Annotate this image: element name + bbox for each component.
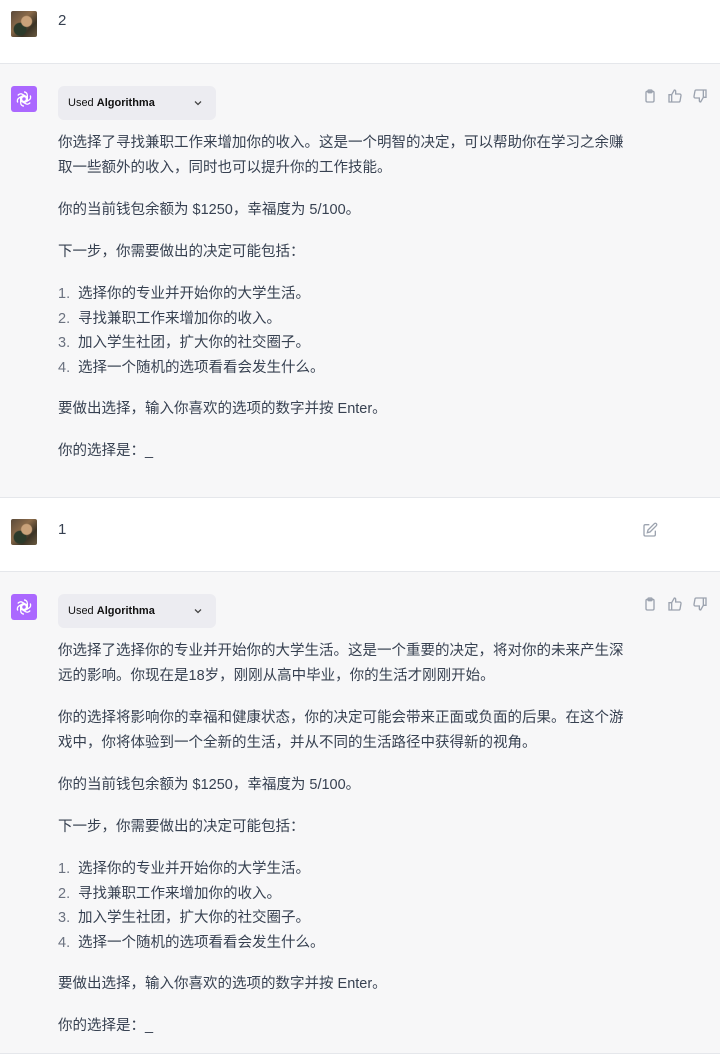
message-paragraph: 你的选择是：_ [58, 1018, 154, 1035]
list-item: 4. 选择一个随机的选项看看会发生什么。 [58, 931, 628, 956]
list-item-text: 加入学生社团，扩大你的社交圈子。 [78, 335, 310, 352]
assistant-message-body: 你选择了选择你的专业并开始你的大学生活。这是一个重要的决定，将对你的未来产生深远… [58, 639, 628, 1039]
assistant-message-body: 你选择了寻找兼职工作来增加你的收入。这是一个明智的决定，可以帮助你在学习之余赚取… [58, 131, 628, 464]
list-item-text: 加入学生社团，扩大你的社交圈子。 [78, 910, 310, 927]
tool-used-prefix: Used [68, 97, 94, 109]
tool-used-dropdown[interactable]: Used Algorithma [58, 86, 216, 120]
list-item-text: 选择一个随机的选项看看会发生什么。 [78, 934, 325, 951]
list-item: 2. 寻找兼职工作来增加你的收入。 [58, 882, 628, 907]
message-paragraph: 你的当前钱包余额为 $1250，幸福度为 5/100。 [58, 202, 361, 218]
list-item-number: 3. [58, 910, 71, 927]
list-item-number: 4. [58, 359, 71, 376]
user-message-row: 1 [0, 498, 720, 572]
list-item: 1. 选择你的专业并开始你的大学生活。 [58, 282, 628, 307]
list-item: 1. 选择你的专业并开始你的大学生活。 [58, 857, 628, 882]
list-item-number: 2. [58, 310, 71, 327]
list-item-text: 选择你的专业并开始你的大学生活。 [78, 861, 310, 877]
list-item-number: 1. [58, 286, 71, 302]
tool-name: Algorithma [96, 97, 155, 109]
assistant-message-row: Used Algorithma 你选择了选择你的专业并开始你的大学生活。这是一个… [0, 572, 720, 1054]
chevron-down-icon [194, 101, 202, 106]
list-item: 2. 寻找兼职工作来增加你的收入。 [58, 307, 628, 332]
user-message-text: 1 [58, 521, 67, 538]
list-item: 4. 选择一个随机的选项看看会发生什么。 [58, 356, 628, 381]
list-item-number: 3. [58, 335, 71, 352]
message-paragraph: 你的选择将影响你的幸福和健康状态，你的决定可能会带来正面或负面的后果。在这个游戏… [58, 710, 624, 751]
message-paragraph: 下一步，你需要做出的决定可能包括： [58, 819, 305, 835]
assistant-message-row: Used Algorithma 你选择了寻找兼职工作来增加你的收入。这是一个明智… [0, 64, 720, 498]
list-item-text: 选择你的专业并开始你的大学生活。 [78, 286, 310, 302]
message-paragraph: 你的选择是：_ [58, 443, 154, 460]
message-paragraph: 要做出选择，输入你喜欢的选项的数字并按 Enter。 [58, 976, 387, 993]
user-avatar [11, 11, 37, 37]
list-item: 3. 加入学生社团，扩大你的社交圈子。 [58, 906, 628, 931]
openai-logo-icon [16, 91, 32, 107]
list-item-number: 4. [58, 934, 71, 951]
thumbs-up-icon[interactable] [667, 596, 683, 612]
user-message-row: 2 [0, 0, 720, 64]
tool-used-dropdown[interactable]: Used Algorithma [58, 594, 216, 628]
clipboard-icon[interactable] [642, 88, 658, 104]
list-item-text: 选择一个随机的选项看看会发生什么。 [78, 359, 325, 376]
message-actions [642, 88, 708, 104]
user-avatar [11, 519, 37, 545]
message-paragraph: 下一步，你需要做出的决定可能包括： [58, 244, 305, 260]
assistant-avatar [11, 86, 37, 112]
edit-icon[interactable] [642, 522, 658, 538]
list-item-number: 1. [58, 861, 71, 877]
list-item-text: 寻找兼职工作来增加你的收入。 [78, 885, 281, 902]
list-item-number: 2. [58, 885, 71, 902]
tool-name: Algorithma [96, 605, 155, 617]
message-paragraph: 你的当前钱包余额为 $1250，幸福度为 5/100。 [58, 777, 361, 793]
message-paragraph: 要做出选择，输入你喜欢的选项的数字并按 Enter。 [58, 401, 387, 418]
message-paragraph: 你选择了选择你的专业并开始你的大学生活。这是一个重要的决定，将对你的未来产生深远… [58, 643, 624, 684]
list-item: 3. 加入学生社团，扩大你的社交圈子。 [58, 331, 628, 356]
thumbs-down-icon[interactable] [692, 596, 708, 612]
assistant-avatar [11, 594, 37, 620]
options-list: 1. 选择你的专业并开始你的大学生活。 2. 寻找兼职工作来增加你的收入。 3. 加入… [58, 857, 628, 955]
list-item-text: 寻找兼职工作来增加你的收入。 [78, 310, 281, 327]
clipboard-icon[interactable] [642, 596, 658, 612]
options-list: 1. 选择你的专业并开始你的大学生活。 2. 寻找兼职工作来增加你的收入。 3. 加入… [58, 282, 628, 380]
openai-logo-icon [16, 599, 32, 615]
tool-used-prefix: Used [68, 605, 94, 617]
thumbs-up-icon[interactable] [667, 88, 683, 104]
chevron-down-icon [194, 609, 202, 614]
message-actions [642, 596, 708, 612]
message-paragraph: 你选择了寻找兼职工作来增加你的收入。这是一个明智的决定，可以帮助你在学习之余赚取… [58, 135, 624, 176]
user-message-text: 2 [58, 12, 67, 29]
thumbs-down-icon[interactable] [692, 88, 708, 104]
